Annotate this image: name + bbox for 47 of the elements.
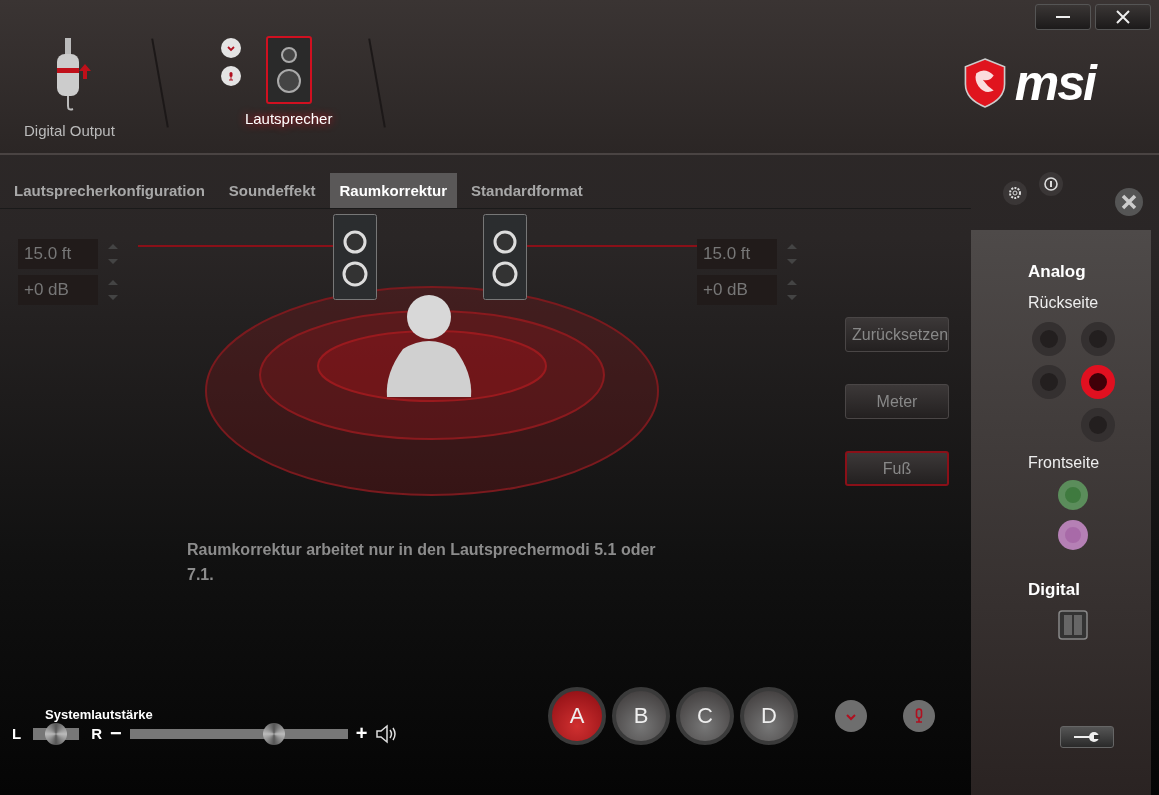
tab[interactable]: Lautsprecherkonfiguration bbox=[4, 173, 215, 208]
info-icon bbox=[1043, 176, 1059, 192]
close-button[interactable] bbox=[1095, 4, 1151, 30]
distance-field[interactable]: 15.0 ft bbox=[697, 239, 777, 269]
device-tab[interactable]: Lautsprecher bbox=[240, 28, 337, 135]
volume-down-button[interactable]: − bbox=[110, 722, 122, 745]
volume-title: Systemlautstärke bbox=[45, 707, 154, 722]
distance-field[interactable]: 15.0 ft bbox=[18, 239, 98, 269]
settings-button[interactable] bbox=[1003, 181, 1027, 205]
preset-button[interactable]: A bbox=[548, 687, 606, 745]
preset-button[interactable]: C bbox=[676, 687, 734, 745]
slider-thumb[interactable] bbox=[262, 722, 285, 745]
tab[interactable]: Soundeffekt bbox=[218, 173, 326, 208]
info-message: Raumkorrektur arbeitet nur in den Lautsprechermodi 5.1 oder 7.1. bbox=[187, 540, 657, 585]
cross-tools-icon bbox=[1119, 192, 1139, 212]
unit-button[interactable]: Meter bbox=[845, 384, 949, 419]
right-label: R bbox=[91, 725, 102, 742]
check-button[interactable] bbox=[220, 38, 241, 58]
unit-button[interactable]: Zurücksetzen bbox=[845, 317, 949, 352]
gear-icon bbox=[1007, 185, 1023, 201]
section-subtitle: Frontseite bbox=[1028, 454, 1101, 472]
info-button[interactable] bbox=[1039, 172, 1063, 196]
tab[interactable]: Raumkorrektur bbox=[329, 173, 458, 208]
speaker-icon bbox=[265, 36, 312, 104]
tools-button[interactable] bbox=[1115, 188, 1143, 216]
dragon-shield-icon bbox=[962, 58, 1007, 108]
preset-button[interactable]: B bbox=[612, 687, 670, 745]
close-icon bbox=[1116, 10, 1130, 24]
wrench-button[interactable] bbox=[1060, 726, 1114, 748]
left-label: L bbox=[12, 725, 22, 742]
gain-field[interactable]: +0 dB bbox=[697, 275, 777, 305]
digital-port-icon[interactable] bbox=[1058, 610, 1088, 640]
check-button[interactable] bbox=[835, 700, 867, 732]
device-tab[interactable]: Digital Output bbox=[20, 28, 119, 147]
section-title: Analog bbox=[1028, 262, 1087, 282]
logo-wordmark: msi bbox=[1014, 54, 1095, 112]
wrench-icon bbox=[1072, 731, 1102, 743]
audio-jack[interactable] bbox=[1081, 365, 1115, 399]
unit-button[interactable]: Fuß bbox=[845, 451, 949, 486]
volume-up-button[interactable]: + bbox=[355, 722, 368, 745]
slider-thumb[interactable] bbox=[45, 722, 68, 745]
tab[interactable]: Standardformat bbox=[461, 173, 593, 208]
section-subtitle: Rückseite bbox=[1028, 294, 1100, 312]
microphone-button[interactable] bbox=[220, 66, 241, 86]
section-title: Digital bbox=[1028, 580, 1081, 600]
preset-button[interactable]: D bbox=[740, 687, 798, 745]
gain-field[interactable]: +0 dB bbox=[18, 275, 98, 305]
